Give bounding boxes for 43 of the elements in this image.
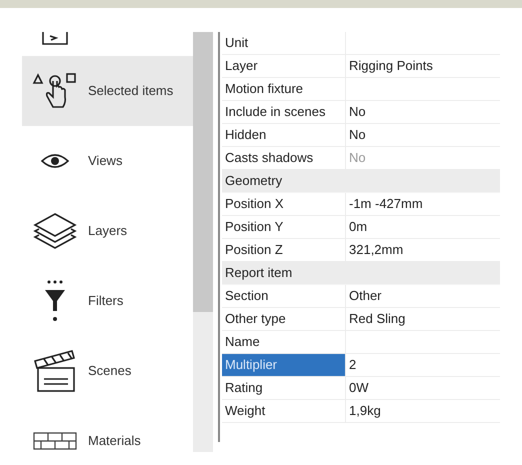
property-name[interactable]: Section [222, 285, 346, 307]
sidebar-item[interactable]: Layers [22, 196, 193, 266]
property-value[interactable]: 321,2mm [349, 240, 404, 260]
sidebar-item[interactable]: Materials [22, 406, 193, 465]
property-name[interactable]: Include in scenes [222, 101, 346, 123]
property-name[interactable]: Position Z [222, 239, 346, 261]
sidebar-item[interactable]: Views [22, 126, 193, 196]
pointing-hand-icon [32, 71, 78, 111]
property-name[interactable]: Layer [222, 55, 346, 77]
sidebar-item[interactable]: Scenes [22, 336, 193, 406]
property-value[interactable]: Rigging Points [349, 56, 433, 76]
property-value[interactable]: 1,9kg [349, 401, 381, 421]
property-value[interactable]: No [349, 102, 366, 122]
property-name[interactable]: Rating [222, 377, 346, 399]
category-header: Geometry [225, 172, 282, 190]
property-value[interactable]: Other [349, 286, 382, 306]
property-name[interactable]: Motion fixture [222, 78, 346, 100]
property-name[interactable]: Unit [222, 32, 346, 54]
sidebar-item[interactable]: Filters [22, 266, 193, 336]
property-value[interactable]: 0W [349, 378, 368, 398]
property-name[interactable]: Casts shadows [222, 147, 346, 169]
property-name[interactable]: Other type [222, 308, 346, 330]
funnel-icon [43, 279, 67, 323]
property-value[interactable]: No [349, 125, 366, 145]
sidebar-item[interactable]: Selected items [22, 56, 193, 126]
eye-icon [40, 153, 70, 169]
bricks-icon [32, 431, 78, 451]
frame-icon [41, 32, 69, 46]
property-name[interactable]: Position Y [222, 216, 346, 238]
property-name[interactable]: Weight [222, 400, 346, 422]
property-name[interactable]: Multiplier [222, 354, 346, 376]
layers-icon [33, 212, 77, 250]
scrollbar-thumb[interactable] [193, 32, 213, 312]
scrollbar[interactable] [193, 32, 213, 452]
category-header: Report item [225, 264, 292, 282]
property-name[interactable]: Hidden [222, 124, 346, 146]
property-name[interactable]: Position X [222, 193, 346, 215]
property-value[interactable]: -1m -427mm [349, 194, 423, 214]
clapperboard-icon [32, 349, 78, 393]
property-value[interactable]: 0m [349, 217, 368, 237]
property-name[interactable]: Name [222, 331, 346, 353]
property-value[interactable]: 2 [349, 355, 356, 375]
property-value[interactable]: Red Sling [349, 309, 406, 329]
